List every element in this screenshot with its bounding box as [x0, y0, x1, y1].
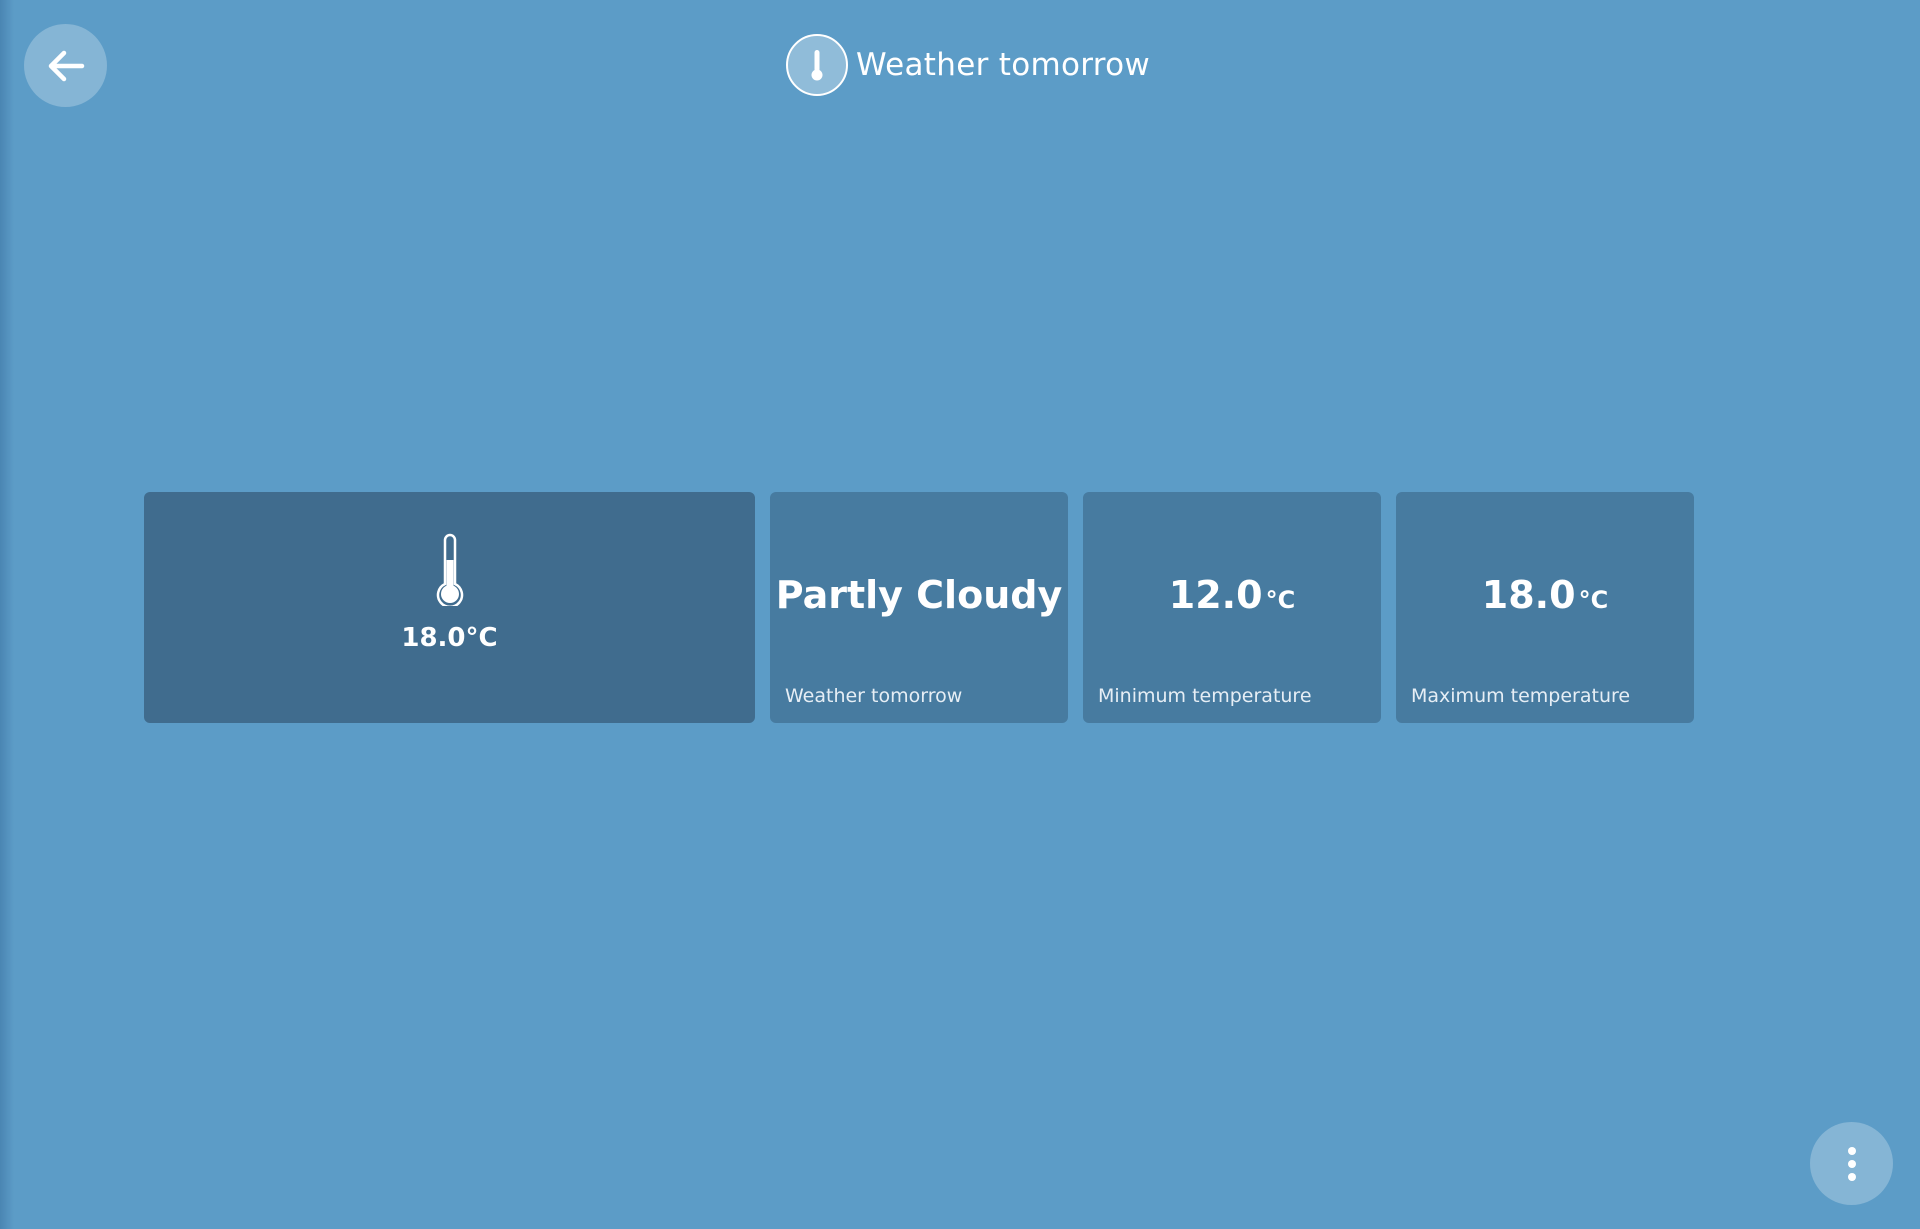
tile-value: 18.0 °C — [1396, 573, 1694, 617]
thermometer-icon — [786, 34, 848, 96]
min-temperature-tile[interactable]: 12.0 °C Minimum temperature — [1083, 492, 1381, 723]
more-vertical-icon — [1847, 1144, 1856, 1183]
back-button[interactable] — [24, 24, 107, 107]
arrow-left-icon — [48, 50, 84, 81]
page-header: Weather tomorrow — [786, 33, 1150, 97]
weather-condition-value: Partly Cloudy — [775, 573, 1063, 617]
more-options-button[interactable] — [1810, 1122, 1893, 1205]
temperature-unit: °C — [1578, 586, 1609, 614]
tile-value: 12.0 °C — [1083, 573, 1381, 617]
max-temperature-value: 18.0 — [1481, 573, 1576, 617]
thermometer-icon — [436, 533, 464, 606]
tile-value: Partly Cloudy — [770, 573, 1068, 617]
tile-label: Weather tomorrow — [785, 685, 963, 707]
edge-shadow — [0, 0, 14, 1229]
max-temperature-tile[interactable]: 18.0 °C Maximum temperature — [1396, 492, 1694, 723]
current-temperature: 18.0°C — [401, 623, 498, 653]
temperature-unit: °C — [1265, 586, 1296, 614]
tile-label: Maximum temperature — [1411, 685, 1631, 707]
weather-condition-tile[interactable]: Partly Cloudy Weather tomorrow — [770, 492, 1068, 723]
temperature-tile[interactable]: 18.0°C — [144, 492, 755, 723]
page-title: Weather tomorrow — [856, 47, 1151, 83]
min-temperature-value: 12.0 — [1168, 573, 1263, 617]
tile-label: Minimum temperature — [1098, 685, 1312, 707]
